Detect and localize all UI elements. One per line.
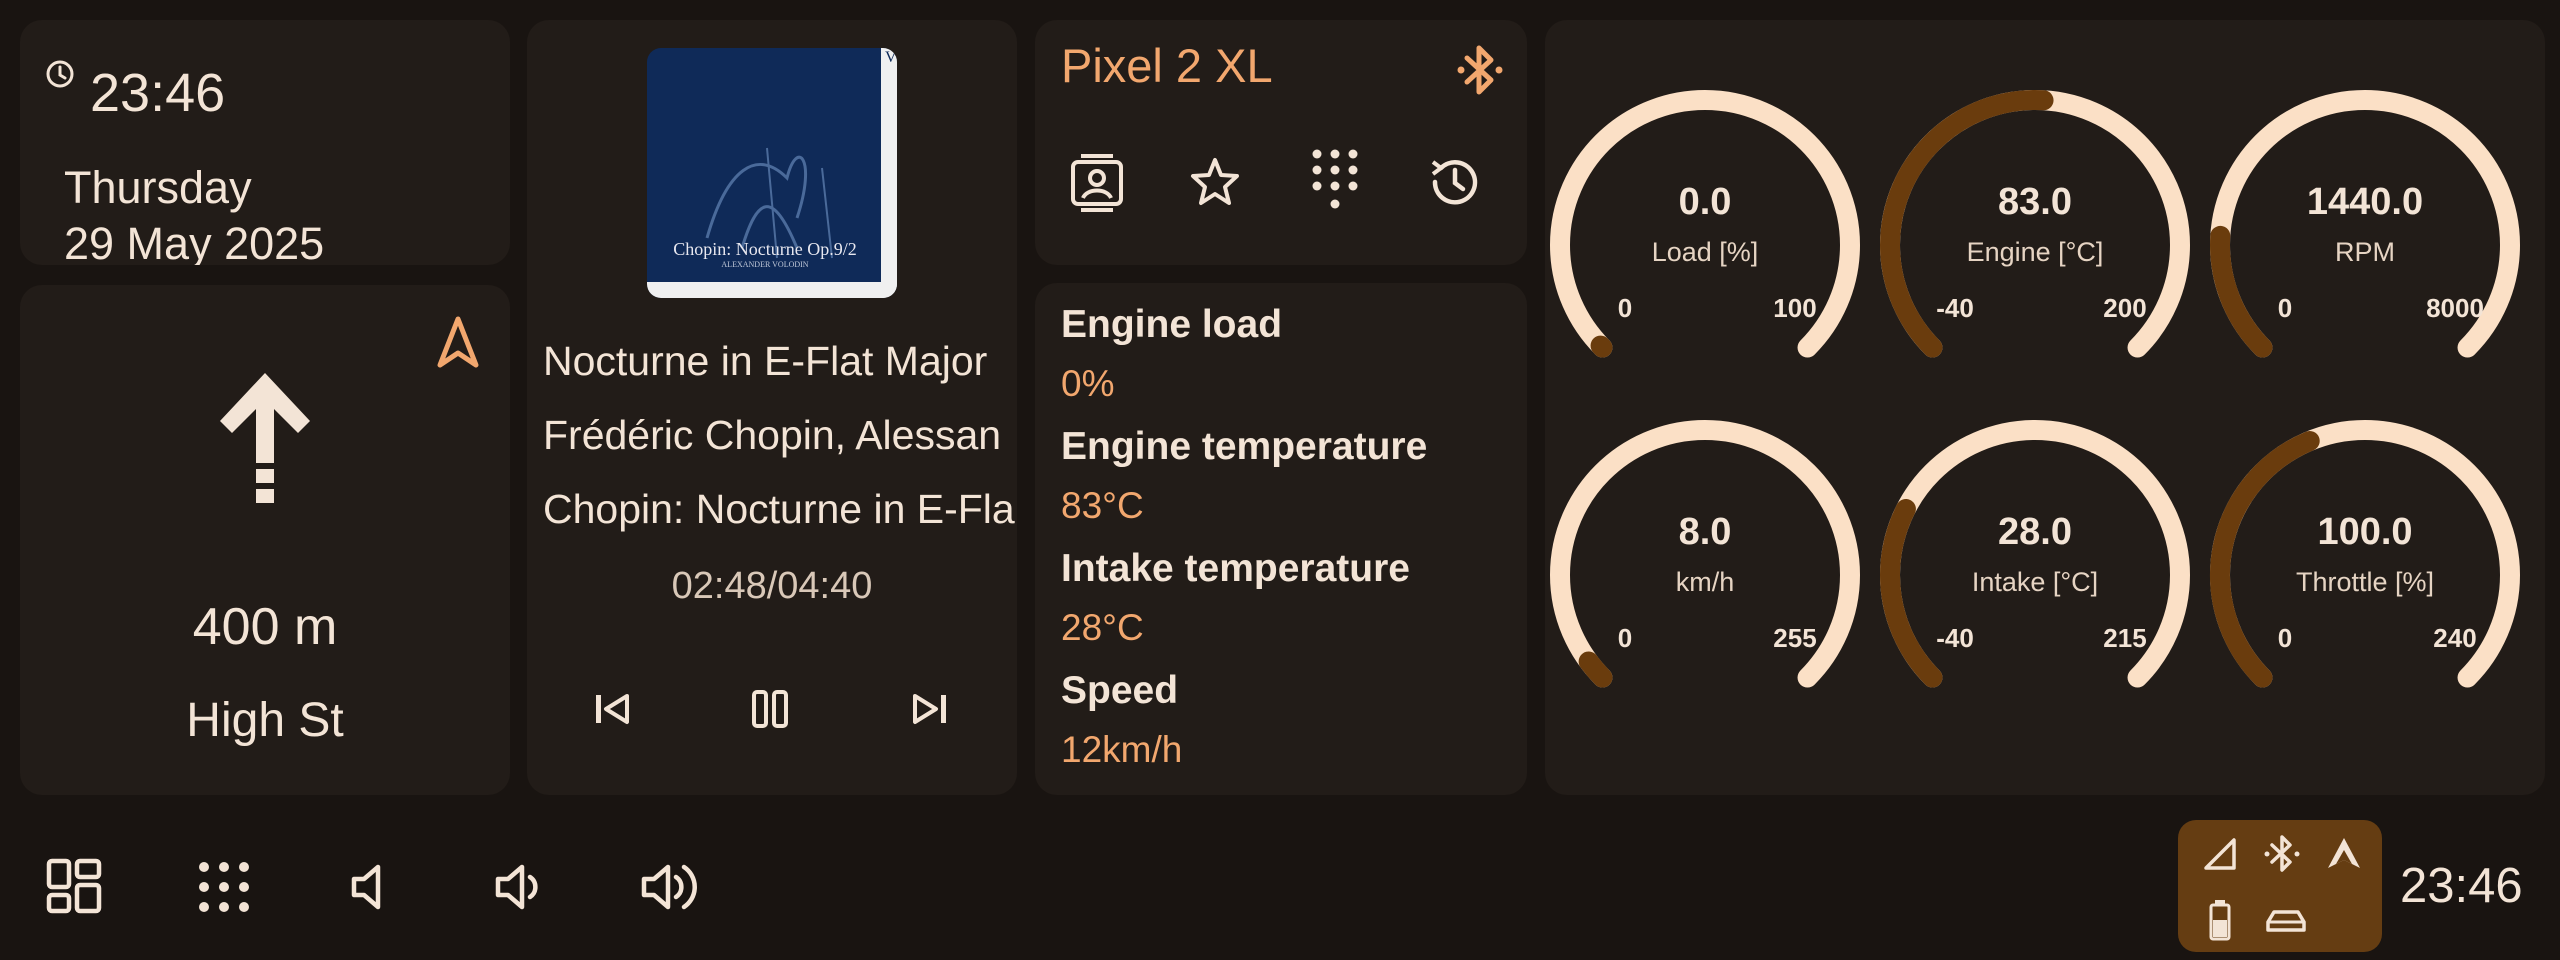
dashboard-button[interactable] [43,855,107,919]
nav-distance: 400 m [192,598,338,656]
obd-label: Engine temperature [1061,425,1428,468]
bluetooth-icon [1455,42,1505,98]
gauge-min: 0 [1617,293,1633,323]
gauge-throttle: 100.0 Throttle [%] 0 240 [2205,415,2525,735]
battery-icon [2200,898,2240,942]
obd-card: Engine load 0% Engine temperature 83°C I… [1035,283,1527,795]
gauge-rpm: 1440.0 RPM 0 8000 [2205,85,2525,405]
clock-date: 29 May 2025 [64,218,325,265]
obd-label: Engine load [1061,303,1283,346]
gauge-max: 215 [2103,623,2147,653]
gauge-load: 0.0 Load [%] 0 100 [1545,85,1865,405]
media-card: V Chopin: Nocturne Op.9/2 ALEXANDER VOLO… [527,20,1017,795]
gauge-intake-temp: 28.0 Intake [°C] -40 215 [1875,415,2195,735]
album-art[interactable]: V Chopin: Nocturne Op.9/2 ALEXANDER VOLO… [647,48,897,298]
history-icon [1431,160,1478,205]
volume-down-button[interactable] [490,855,554,919]
contacts-button[interactable] [1065,150,1129,214]
skip-next-icon [913,694,946,724]
clock-day: Thursday [64,162,252,213]
gauge-value: 83.0 [1998,181,2072,223]
status-clock: 23:46 [2400,859,2523,913]
album-art-subtext: ALEXANDER VOLODIN [721,260,808,269]
gauge-min: -40 [1936,293,1974,323]
next-track-button[interactable] [905,684,955,734]
gauge-name: Load [%] [1651,237,1759,267]
dialpad-icon [1312,149,1358,209]
pause-button[interactable] [745,684,795,734]
gauge-name: Intake [°C] [1971,567,2099,597]
android-auto-icon [2324,834,2364,874]
obd-value: 83°C [1061,485,1144,526]
gauge-name: Throttle [%] [2295,567,2435,597]
gauge-speed: 8.0 km/h 0 255 [1545,415,1865,735]
gauge-engine-temp: 83.0 Engine [°C] -40 200 [1875,85,2195,405]
dialpad-button[interactable] [1305,146,1365,218]
navigation-card[interactable]: 400 m High St [20,285,510,795]
status-tray[interactable] [2178,820,2382,952]
gauge-value: 28.0 [1998,511,2072,553]
gauge-value: 1440.0 [2306,181,2424,223]
nav-street: High St [186,694,344,747]
gauge-min: -40 [1936,623,1974,653]
gauge-name: Engine [°C] [1966,237,2104,267]
clock-card: 23:46 Thursday 29 May 2025 [20,20,510,265]
track-title: Nocturne in E-Flat Major [543,338,988,384]
obd-value: 0% [1061,363,1115,404]
star-icon [1191,158,1239,205]
gauge-fill [1578,651,1613,688]
phone-device-name: Pixel 2 XL [1061,39,1273,92]
track-time: 02:48/04:40 [671,565,873,607]
gauge-min: 0 [2277,623,2293,653]
gauge-name: RPM [2335,237,2395,267]
gauges-card: 0.0 Load [%] 0 100 83.0 Engine [°C] -40 … [1545,20,2545,795]
straight-arrow-icon [210,365,320,515]
car-icon [2262,904,2310,938]
volume-down-icon [495,864,538,910]
contacts-icon [1071,154,1123,212]
obd-value: 28°C [1061,607,1144,648]
app-launcher-button[interactable] [192,855,256,919]
phone-card: Pixel 2 XL [1035,20,1527,265]
volume-up-icon [641,864,697,910]
favorites-button[interactable] [1185,152,1245,212]
album-art-text: Chopin: Nocturne Op.9/2 [673,239,856,259]
gauge-value: 8.0 [1678,511,1732,553]
clock-icon [44,58,76,90]
bluetooth-status-icon [2262,832,2302,876]
obd-label: Intake temperature [1061,547,1410,590]
clock-time: 23:46 [90,63,226,123]
obd-value: 12km/h [1061,729,1183,770]
dashboard-icon [46,858,102,914]
svg-text:V: V [885,49,897,66]
obd-label: Speed [1061,669,1179,712]
gauge-min: 0 [1617,623,1633,653]
gauge-value: 100.0 [2317,511,2413,553]
cell-signal-icon [2200,834,2240,874]
gauge-value: 0.0 [1678,181,1732,223]
skip-previous-icon [596,694,629,724]
gauge-max: 255 [1773,623,1817,653]
gauge-max: 100 [1773,293,1817,323]
track-album: Chopin: Nocturne in E-Fla [543,486,1015,532]
gauge-max: 240 [2433,623,2477,653]
volume-mute-button[interactable] [340,855,404,919]
track-artist: Frédéric Chopin, Alessan [543,412,1002,458]
gauge-max: 200 [2103,293,2147,323]
pause-icon [752,690,788,728]
gauge-max: 8000 [2426,293,2484,323]
recent-calls-button[interactable] [1425,152,1485,212]
previous-track-button[interactable] [587,684,637,734]
apps-grid-icon [199,862,249,912]
volume-mute-icon [351,864,381,910]
gauge-fill [1590,335,1613,358]
gauge-name: km/h [1675,567,1735,597]
navigation-arrow-icon[interactable] [428,313,488,373]
volume-up-button[interactable] [640,855,704,919]
gauge-min: 0 [2277,293,2293,323]
